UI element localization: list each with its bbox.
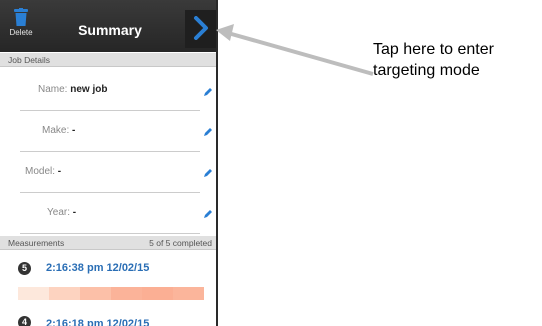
annotation-line-2: targeting mode: [373, 62, 480, 79]
annotation-line-1: Tap here to enter: [373, 41, 494, 58]
annotation-callout: Tap here to enter targeting mode: [373, 39, 538, 81]
